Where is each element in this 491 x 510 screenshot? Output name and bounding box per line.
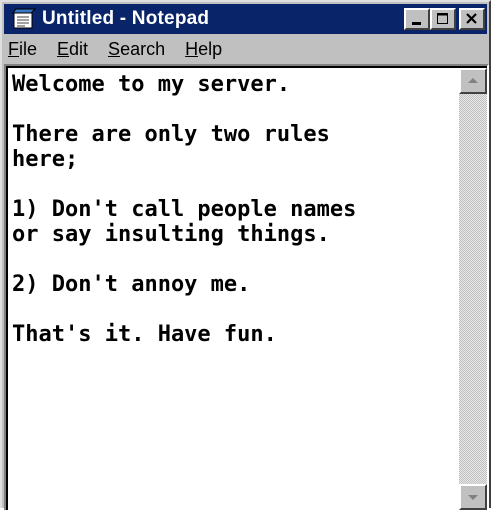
menu-edit[interactable]: Edit <box>47 39 98 60</box>
menu-edit-label: dit <box>69 38 89 59</box>
scroll-up-arrow-icon <box>468 78 478 83</box>
maximize-button[interactable] <box>430 8 456 30</box>
scroll-down-arrow-icon <box>468 495 478 500</box>
caption-buttons <box>404 8 485 30</box>
minimize-button[interactable] <box>404 8 430 30</box>
menu-file[interactable]: File <box>4 39 47 60</box>
menu-search-label: earch <box>120 38 166 59</box>
editor-frame: Welcome to my server. There are only two… <box>4 64 489 510</box>
scroll-up-button[interactable] <box>459 68 487 94</box>
window-title: Untitled - Notepad <box>42 8 210 29</box>
scroll-down-button[interactable] <box>459 484 487 510</box>
text-editor[interactable]: Welcome to my server. There are only two… <box>6 66 487 510</box>
close-button[interactable] <box>459 8 485 30</box>
menu-edit-mnemonic: E <box>57 38 70 59</box>
menu-search[interactable]: Search <box>98 39 175 60</box>
close-icon <box>466 13 477 24</box>
minimize-icon <box>412 22 421 25</box>
title-bar[interactable]: Untitled - Notepad <box>4 4 487 34</box>
notepad-window: Untitled - Notepad File Edit Search Help… <box>0 0 491 510</box>
menu-help[interactable]: Help <box>175 39 232 60</box>
menu-file-mnemonic: F <box>8 38 19 59</box>
menu-file-label: ile <box>19 38 38 59</box>
maximize-icon <box>437 13 448 24</box>
vertical-scrollbar[interactable] <box>459 68 487 510</box>
menu-bar: File Edit Search Help <box>4 36 487 62</box>
notepad-icon[interactable] <box>10 8 37 30</box>
menu-help-mnemonic: H <box>185 38 199 59</box>
document-text[interactable]: Welcome to my server. There are only two… <box>12 72 450 347</box>
menu-search-mnemonic: S <box>108 38 121 59</box>
menu-help-label: elp <box>198 38 223 59</box>
